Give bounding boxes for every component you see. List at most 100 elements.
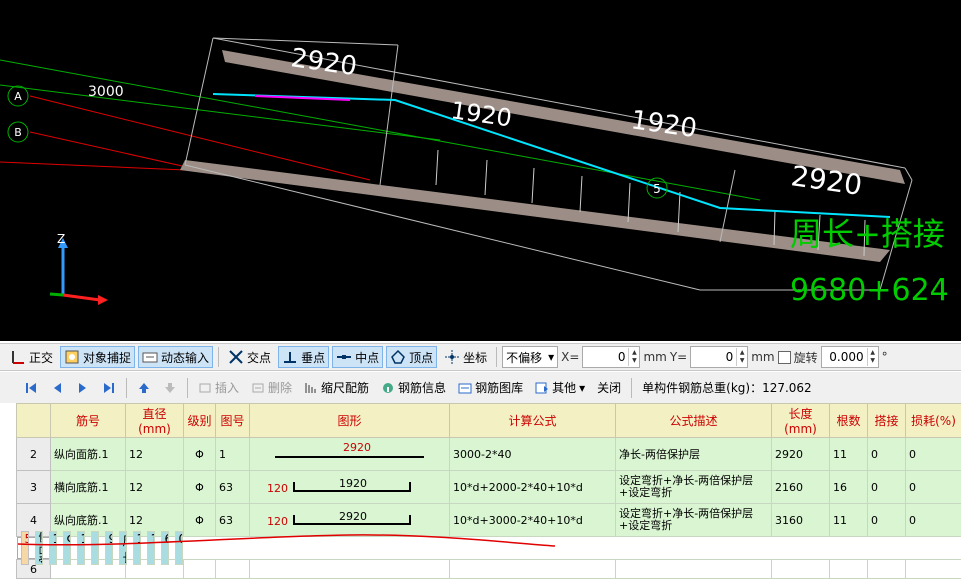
3d-viewport[interactable]: A B 3000 xyxy=(0,0,961,341)
last-icon xyxy=(102,381,116,395)
y-axis-line xyxy=(50,294,63,295)
table-row-empty[interactable]: 6 xyxy=(17,560,961,579)
cell-lap[interactable]: 0 xyxy=(868,438,906,471)
y-input[interactable]: 0 ▲▼ xyxy=(690,346,748,368)
perpendicular-button[interactable]: 垂点 xyxy=(278,346,329,368)
intersect-button[interactable]: 交点 xyxy=(224,346,275,368)
cell-description[interactable]: 设定弯折+净长-两倍保护层+设定弯折 xyxy=(616,471,772,504)
object-snap-button[interactable]: 对象捕捉 xyxy=(60,346,135,368)
x-spinner[interactable]: ▲▼ xyxy=(628,348,639,366)
shape-line xyxy=(275,456,424,458)
row-number[interactable]: 3 xyxy=(17,471,51,504)
info-icon xyxy=(381,381,395,395)
vertex-icon xyxy=(390,349,406,365)
last-record-button[interactable] xyxy=(98,377,120,399)
header-name[interactable]: 筋号 xyxy=(51,404,126,438)
cell-empty[interactable] xyxy=(250,560,450,579)
cell-empty[interactable] xyxy=(184,560,216,579)
x-input[interactable]: 0 ▲▼ xyxy=(582,346,640,368)
cell-loss[interactable]: 0 xyxy=(906,438,961,471)
midpoint-button[interactable]: 中点 xyxy=(332,346,383,368)
cell-diameter[interactable]: 12 xyxy=(126,438,184,471)
table-row[interactable]: 2 纵向面筋.1 12 Φ 1 2920 3000-2*40 净长-两倍保护层 … xyxy=(17,438,961,471)
row-number[interactable]: 2 xyxy=(17,438,51,471)
cell-loss[interactable]: 0 xyxy=(906,504,961,537)
cell-loss[interactable]: 0 xyxy=(906,471,961,504)
first-record-button[interactable] xyxy=(20,377,42,399)
cell-name[interactable]: 横向底筋.1 xyxy=(51,471,126,504)
rotate-checkbox[interactable] xyxy=(778,351,791,364)
cell-lap[interactable]: 0 xyxy=(868,471,906,504)
insert-button[interactable]: 插入 xyxy=(194,377,243,399)
header-formula[interactable]: 计算公式 xyxy=(450,404,616,438)
cell-count[interactable]: 11 xyxy=(830,438,868,471)
rebar-info-button[interactable]: 钢筋信息 xyxy=(377,377,450,399)
close-label: 关闭 xyxy=(597,379,621,396)
cell-empty[interactable] xyxy=(868,560,906,579)
rebar-library-button[interactable]: 钢筋图库 xyxy=(454,377,527,399)
other-menu-button[interactable]: 其他▾ xyxy=(531,377,589,399)
cell-empty[interactable] xyxy=(216,560,250,579)
offset-mode-select[interactable]: 不偏移 ▾ xyxy=(502,346,558,368)
header-shape[interactable]: 图形 xyxy=(250,404,450,438)
dynamic-input-label: 动态输入 xyxy=(161,349,209,366)
close-button[interactable]: 关闭 xyxy=(593,377,625,399)
cell-shape[interactable]: 2920 xyxy=(250,438,450,471)
header-loss[interactable]: 损耗(%) xyxy=(906,404,961,438)
cell-empty[interactable] xyxy=(450,560,616,579)
rotate-spinner[interactable]: ▲▼ xyxy=(867,348,878,366)
rebar-toolbar: 插入 删除 缩尺配筋 钢筋信息 钢筋图库 其他▾ 关闭 单构件钢筋总重(kg)：… xyxy=(0,372,961,403)
cell-length[interactable]: 3160 xyxy=(772,504,830,537)
cell-count[interactable]: 16 xyxy=(830,471,868,504)
cell-diameter[interactable]: 12 xyxy=(126,471,184,504)
cell-description[interactable]: 净长-两倍保护层 xyxy=(616,438,772,471)
cell-grade[interactable]: Φ xyxy=(184,471,216,504)
prev-record-button[interactable] xyxy=(46,377,68,399)
cell-description[interactable]: 设定弯折+净长-两倍保护层+设定弯折 xyxy=(616,504,772,537)
next-record-button[interactable] xyxy=(72,377,94,399)
cell-formula[interactable]: 10*d+2000-2*40+10*d xyxy=(450,471,616,504)
rotate-label: 旋转 xyxy=(794,349,818,366)
cell-name[interactable]: 纵向面筋.1 xyxy=(51,438,126,471)
y-value: 0 xyxy=(691,350,736,364)
dynamic-input-button[interactable]: 动态输入 xyxy=(138,346,213,368)
ortho-button[interactable]: 正交 xyxy=(6,346,57,368)
degree-symbol: ° xyxy=(882,350,888,364)
header-count[interactable]: 根数 xyxy=(830,404,868,438)
table-row[interactable]: 3 横向底筋.1 12 Φ 63 120 1920 10*d+2000-2*40… xyxy=(17,471,961,504)
delete-button[interactable]: 删除 xyxy=(247,377,296,399)
cell-empty[interactable] xyxy=(616,560,772,579)
header-length[interactable]: 长度(mm) xyxy=(772,404,830,438)
scale-label: 缩尺配筋 xyxy=(321,379,369,396)
move-down-button[interactable] xyxy=(159,377,181,399)
scale-rebar-button[interactable]: 缩尺配筋 xyxy=(300,377,373,399)
cell-empty[interactable] xyxy=(772,560,830,579)
header-lap[interactable]: 搭接 xyxy=(868,404,906,438)
midpoint-label: 中点 xyxy=(355,349,379,366)
insert-label: 插入 xyxy=(215,379,239,396)
header-description[interactable]: 公式描述 xyxy=(616,404,772,438)
other-label: 其他 xyxy=(552,379,576,396)
cell-formula[interactable]: 3000-2*40 xyxy=(450,438,616,471)
cell-empty[interactable] xyxy=(830,560,868,579)
cell-shape[interactable]: 120 1920 xyxy=(250,471,450,504)
cell-length[interactable]: 2160 xyxy=(772,471,830,504)
model-canvas[interactable]: A B 3000 xyxy=(0,0,961,341)
cell-lap[interactable]: 0 xyxy=(868,504,906,537)
coordinate-button[interactable]: 坐标 xyxy=(440,346,491,368)
overlay-formula: 9680+624 xyxy=(790,273,949,308)
cell-count[interactable]: 11 xyxy=(830,504,868,537)
y-spinner[interactable]: ▲▼ xyxy=(736,348,747,366)
cell-figure-no[interactable]: 63 xyxy=(216,471,250,504)
rotate-input[interactable]: 0.000 ▲▼ xyxy=(821,346,879,368)
header-grade[interactable]: 级别 xyxy=(184,404,216,438)
object-snap-label: 对象捕捉 xyxy=(83,349,131,366)
header-figure-no[interactable]: 图号 xyxy=(216,404,250,438)
cell-length[interactable]: 2920 xyxy=(772,438,830,471)
vertex-button[interactable]: 顶点 xyxy=(386,346,437,368)
move-up-button[interactable] xyxy=(133,377,155,399)
cell-figure-no[interactable]: 1 xyxy=(216,438,250,471)
header-diameter[interactable]: 直径(mm) xyxy=(126,404,184,438)
cell-grade[interactable]: Φ xyxy=(184,438,216,471)
cell-empty[interactable] xyxy=(906,560,961,579)
